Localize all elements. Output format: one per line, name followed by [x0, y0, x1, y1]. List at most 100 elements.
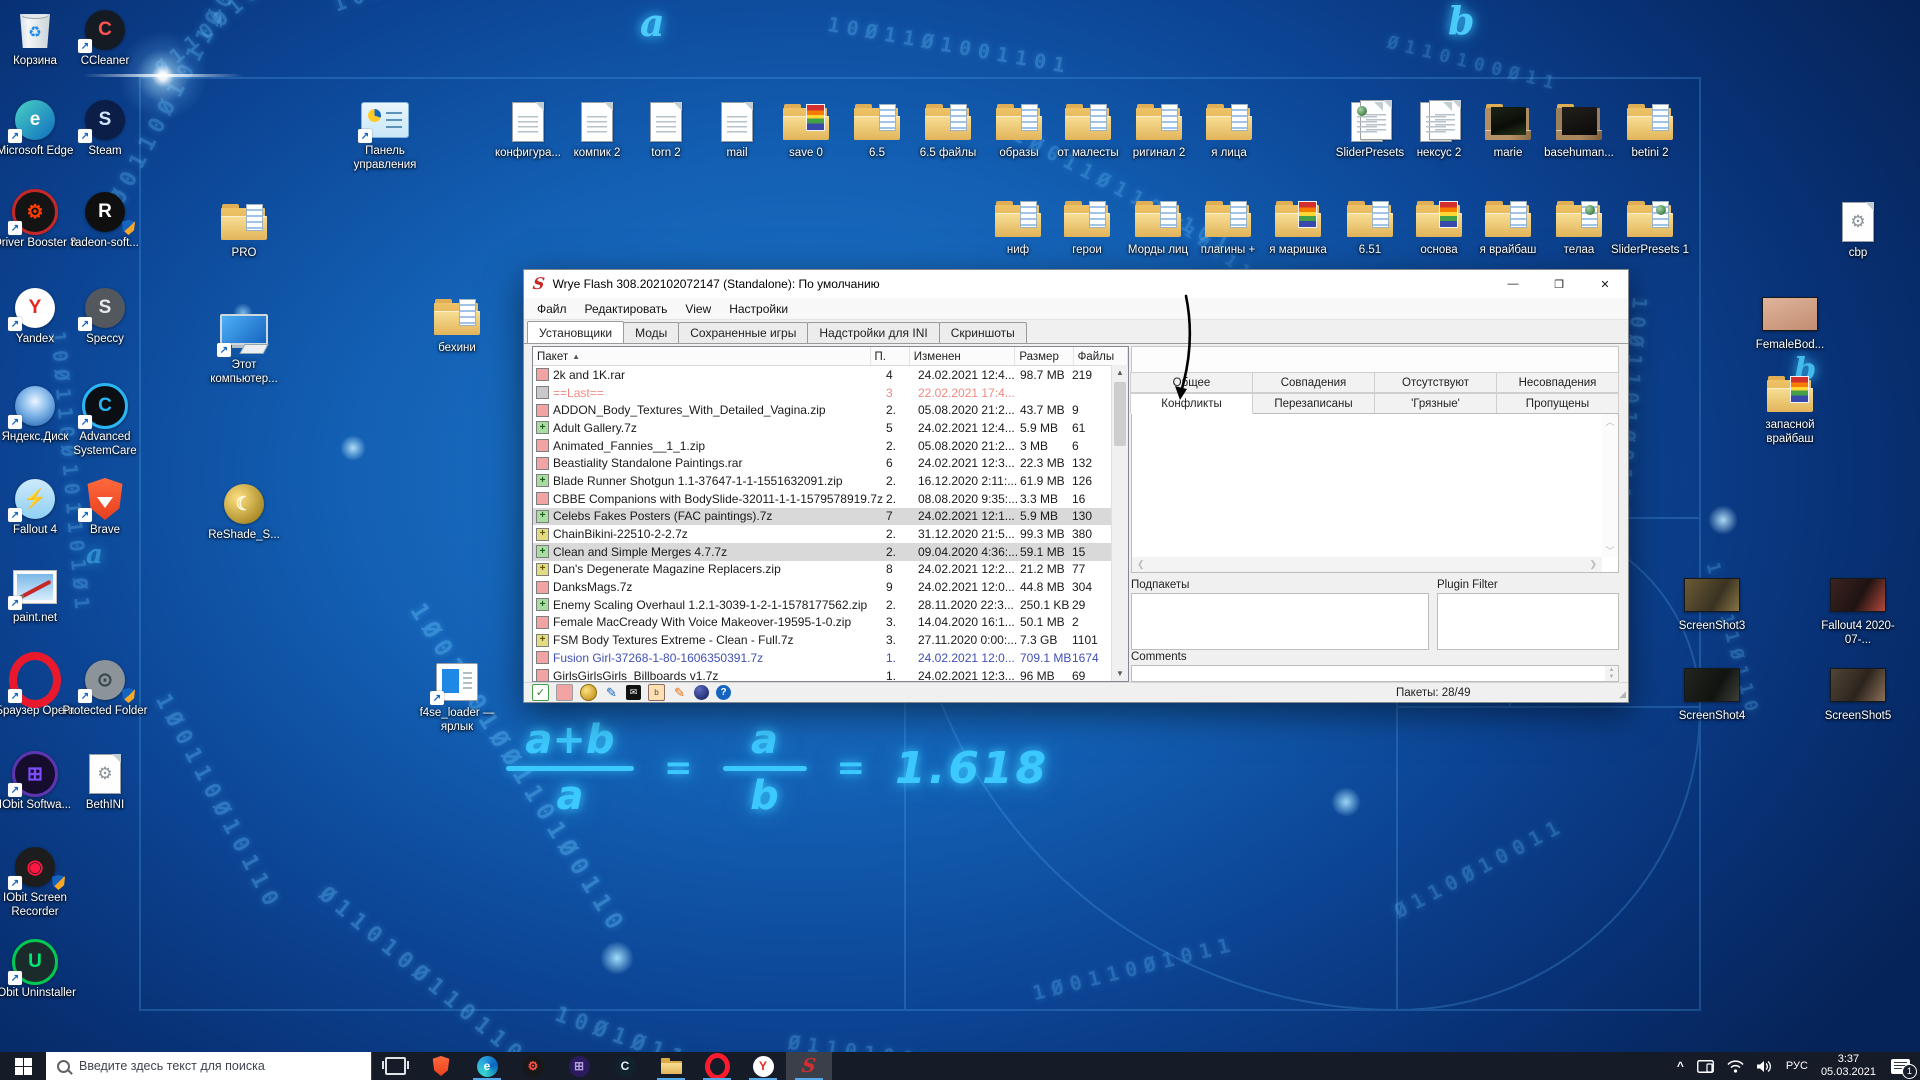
- minimize-button[interactable]: —: [1490, 270, 1536, 298]
- package-row[interactable]: FSM Body Textures Extreme - Clean - Full…: [533, 631, 1128, 649]
- taskbar-app-opera[interactable]: [694, 1052, 740, 1080]
- taskbar-app-file-explorer[interactable]: [648, 1052, 694, 1080]
- desktop-icon-iobit-uninstaller[interactable]: U↗IObit Uninstaller: [0, 940, 78, 1001]
- desktop-icon-iobit-screen-recorder[interactable]: ◉↗IObit Screen Recorder: [0, 845, 78, 919]
- edit-icon[interactable]: ✎: [672, 685, 687, 700]
- desktop-icon-femalebod[interactable]: FemaleBod...: [1747, 292, 1833, 353]
- desktop-icon-reshade-s[interactable]: ☾ReShade_S...: [201, 482, 287, 543]
- task-view-button[interactable]: [372, 1052, 418, 1080]
- package-row[interactable]: ==Last==322.02.2021 17:4...: [533, 384, 1128, 402]
- scroll-down-icon[interactable]: ▼: [1112, 666, 1128, 681]
- conflicts-hscrollbar[interactable]: ❮ ❯: [1132, 557, 1602, 572]
- scroll-thumb[interactable]: [1114, 382, 1126, 446]
- clock[interactable]: 3:37 05.03.2021: [1821, 1053, 1876, 1079]
- desktop-icon-этот-компьютер[interactable]: ↗Этот компьютер...: [201, 312, 287, 386]
- scroll-right-icon[interactable]: ❯: [1589, 559, 1597, 570]
- scroll-down-icon[interactable]: ﹀: [1602, 543, 1618, 557]
- taskbar-app-driver-booster[interactable]: ⚙: [510, 1052, 556, 1080]
- package-row[interactable]: Blade Runner Shotgun 1.1-37647-1-1-15516…: [533, 472, 1128, 490]
- package-row[interactable]: ChainBikini-22510-2-2.7z2.31.12.2020 21:…: [533, 525, 1128, 543]
- desktop-icon-radeon-soft[interactable]: Rradeon-soft...: [62, 190, 148, 251]
- details-tab-перезаписаны[interactable]: Перезаписаны: [1252, 393, 1375, 414]
- search-box[interactable]: Введите здесь текст для поиска: [46, 1052, 372, 1080]
- package-row[interactable]: Animated_Fannies__1_1.zip2.05.08.2020 21…: [533, 437, 1128, 455]
- conflicts-text-area[interactable]: ︿ ﹀ ❮ ❯: [1131, 413, 1619, 573]
- desktop-icon-steam[interactable]: S↗Steam: [62, 98, 148, 159]
- comments-field[interactable]: ▲▼: [1131, 665, 1619, 682]
- details-tab-пропущены[interactable]: Пропущены: [1496, 393, 1619, 414]
- tab-надстройки-для-ini[interactable]: Надстройки для INI: [807, 322, 939, 343]
- desktop-icon-brave[interactable]: ↗Brave: [62, 477, 148, 538]
- start-button[interactable]: [0, 1052, 46, 1080]
- desktop-icon-sliderpresets-1[interactable]: SliderPresets 1: [1607, 197, 1693, 258]
- tab-сохраненные-игры[interactable]: Сохраненные игры: [678, 322, 808, 343]
- package-row[interactable]: Fusion Girl-37268-1-80-1606350391.7z1.24…: [533, 649, 1128, 667]
- desktop-icon-speccy[interactable]: S↗Speccy: [62, 286, 148, 347]
- taskbar-app-brave[interactable]: [418, 1052, 464, 1080]
- tab-скриншоты[interactable]: Скриншоты: [939, 322, 1027, 343]
- desktop-icon-я-лица[interactable]: я лица: [1186, 100, 1272, 161]
- desktop-icon-paint-net[interactable]: ↗paint.net: [0, 565, 78, 626]
- title-bar[interactable]: S Wrye Flash 308.202102072147 (Standalon…: [524, 270, 1628, 298]
- auto-anneal-checkbox[interactable]: ✓: [532, 684, 549, 701]
- details-tab-общее[interactable]: Общее: [1130, 372, 1253, 393]
- desktop-icon-betini-2[interactable]: betini 2: [1607, 100, 1693, 161]
- scroll-up-icon[interactable]: ▲: [1112, 365, 1128, 380]
- help-icon[interactable]: ?: [716, 685, 731, 700]
- taskbar-app-ccleaner[interactable]: C: [602, 1052, 648, 1080]
- column-package[interactable]: Пакет ▲: [533, 347, 871, 365]
- column-order[interactable]: П.: [871, 347, 909, 365]
- tray-chevron-icon[interactable]: ^: [1677, 1059, 1684, 1073]
- doc-icon[interactable]: b: [648, 684, 665, 701]
- packages-list[interactable]: Пакет ▲ П. Изменен Размер Файлы 2k and 1…: [532, 346, 1129, 682]
- package-row[interactable]: 2k and 1K.rar424.02.2021 12:4...98.7 MB2…: [533, 366, 1128, 384]
- package-row[interactable]: CBBE Companions with BodySlide-32011-1-1…: [533, 490, 1128, 508]
- list-header[interactable]: Пакет ▲ П. Изменен Размер Файлы: [533, 347, 1128, 366]
- desktop-icon-advanced-systemcare[interactable]: C↗Advanced SystemCare: [62, 384, 148, 458]
- package-row[interactable]: DanksMags.7z924.02.2021 12:0...44.8 MB30…: [533, 578, 1128, 596]
- desktop-icon-бехини[interactable]: бехини: [414, 295, 500, 356]
- language-indicator[interactable]: РУС: [1786, 1060, 1808, 1072]
- wifi-icon[interactable]: [1727, 1060, 1744, 1073]
- block-marker[interactable]: [556, 684, 573, 701]
- scroll-left-icon[interactable]: ❮: [1137, 559, 1145, 570]
- menu-редактировать[interactable]: Редактировать: [576, 302, 677, 316]
- resize-grip[interactable]: ◢: [1619, 689, 1626, 700]
- desktop-icon-screenshot4[interactable]: ScreenShot4: [1669, 663, 1755, 724]
- column-size[interactable]: Размер: [1015, 347, 1073, 365]
- tab-установщики[interactable]: Установщики: [527, 321, 624, 343]
- desktop-icon-панель-управления[interactable]: ↗Панель управления: [342, 98, 428, 172]
- package-row[interactable]: Clean and Simple Merges 4.7.7z2.09.04.20…: [533, 543, 1128, 561]
- taskbar-app-wrye-flash[interactable]: S: [786, 1052, 832, 1080]
- taskbar-app-yandex-browser[interactable]: Y: [740, 1052, 786, 1080]
- package-row[interactable]: Enemy Scaling Overhaul 1.2.1-3039-1-2-1-…: [533, 596, 1128, 614]
- desktop-icon-screenshot3[interactable]: ScreenShot3: [1669, 573, 1755, 634]
- tab-моды[interactable]: Моды: [623, 322, 679, 343]
- column-files[interactable]: Файлы: [1074, 347, 1128, 365]
- sphere-icon[interactable]: [694, 685, 709, 700]
- details-tab-грязные[interactable]: 'Грязные': [1374, 393, 1497, 414]
- desktop-icon-protected-folder[interactable]: ⊙↗Protected Folder: [62, 658, 148, 719]
- details-tab-совпадения[interactable]: Совпадения: [1252, 372, 1375, 393]
- mail-icon[interactable]: ✉: [626, 685, 641, 700]
- desktop-icon-screenshot5[interactable]: ScreenShot5: [1815, 663, 1901, 724]
- package-row[interactable]: Adult Gallery.7z524.02.2021 12:4...5.9 M…: [533, 419, 1128, 437]
- column-modified[interactable]: Изменен: [910, 347, 1016, 365]
- scroll-up-icon[interactable]: ︿: [1602, 414, 1618, 428]
- desktop-icon-bethini[interactable]: ⚙BethINI: [62, 752, 148, 813]
- desktop-icon-ccleaner[interactable]: C↗CCleaner: [62, 8, 148, 69]
- desktop-icon-запасной-врайбаш[interactable]: запасной врайбаш: [1747, 372, 1833, 446]
- package-row[interactable]: Female MacCready With Voice Makeover-195…: [533, 614, 1128, 632]
- package-row[interactable]: GirlsGirlsGirls_Billboards v1.7z1.24.02.…: [533, 667, 1128, 681]
- comments-spinner[interactable]: ▲▼: [1605, 666, 1618, 681]
- desktop-icon-f4se-loader-ярлык[interactable]: ↗f4se_loader — ярлык: [414, 660, 500, 734]
- desktop-icon-cbp[interactable]: ⚙cbp: [1815, 200, 1901, 261]
- package-row[interactable]: Beastiality Standalone Paintings.rar624.…: [533, 454, 1128, 472]
- menu-настройки[interactable]: Настройки: [720, 302, 797, 316]
- package-row[interactable]: ADDON_Body_Textures_With_Detailed_Vagina…: [533, 401, 1128, 419]
- plugin-filter-listbox[interactable]: [1437, 593, 1619, 650]
- menu-файл[interactable]: Файл: [528, 302, 576, 316]
- taskbar-app-iobit-software-updater[interactable]: ⊞: [556, 1052, 602, 1080]
- details-tab-конфликты[interactable]: Конфликты: [1130, 393, 1253, 414]
- taskbar-app-edge[interactable]: e: [464, 1052, 510, 1080]
